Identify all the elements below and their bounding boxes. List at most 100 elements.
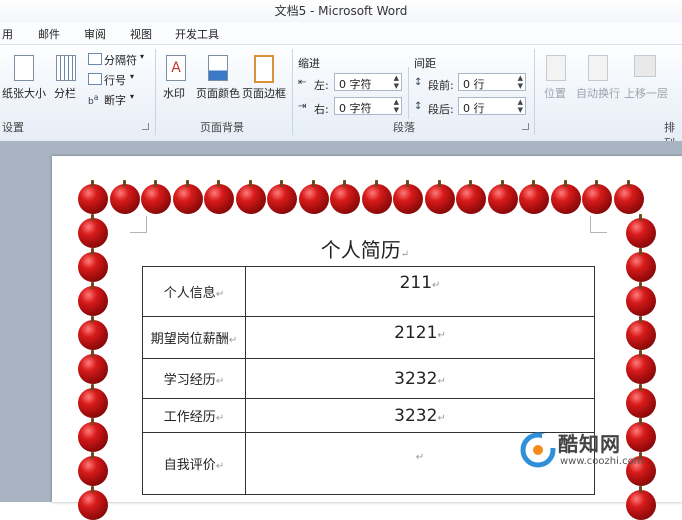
margin-corner-mark — [130, 216, 147, 233]
site-watermark: 酷知网 www.coozhi.com — [518, 426, 678, 474]
table-label-cell[interactable]: 工作经历↵ — [142, 398, 246, 433]
bring-forward-button[interactable]: 上移一层 — [624, 85, 668, 101]
apple-border-icon — [626, 316, 656, 350]
page-borders-button[interactable]: 页面边框 — [242, 85, 286, 101]
spacing-after-input[interactable]: 0 行 ▲ ▼ — [458, 97, 526, 115]
page-borders-icon — [254, 55, 274, 83]
hyphenation-dropdown-icon[interactable]: ▾ — [130, 92, 134, 101]
indent-right-label: 右: — [314, 103, 329, 116]
columns-button[interactable]: 分栏 — [54, 85, 76, 101]
apple-border-icon — [425, 180, 455, 214]
apple-border-icon — [393, 180, 423, 214]
apple-border-icon — [204, 180, 234, 214]
page-setup-launcher-icon[interactable] — [142, 123, 149, 130]
table-value-cell[interactable]: 2121↵ — [245, 316, 595, 359]
table-row: 个人信息↵ 211↵ — [142, 266, 595, 317]
apple-border-icon — [267, 180, 297, 214]
table-label-cell[interactable]: 学习经历↵ — [142, 358, 246, 399]
watermark-icon: A — [166, 55, 186, 81]
line-numbers-dropdown-icon[interactable]: ▾ — [130, 72, 134, 81]
indent-right-icon: ⇥ — [298, 101, 307, 112]
document-title: 个人简历↵ — [300, 234, 430, 263]
line-numbers-button[interactable]: 行号 — [104, 72, 126, 88]
position-icon — [546, 55, 566, 81]
apple-border-icon — [78, 418, 108, 452]
window-title: 文档5 - Microsoft Word — [274, 4, 408, 18]
page-color-icon — [208, 55, 228, 81]
spacing-before-input[interactable]: 0 行 ▲ ▼ — [458, 73, 526, 91]
indent-right-input[interactable]: 0 字符 ▲ ▼ — [334, 97, 402, 115]
paragraph-mark-icon: ↵ — [437, 330, 446, 341]
spinner-arrows-icon[interactable]: ▲ ▼ — [394, 74, 399, 90]
document-title-text: 个人简历 — [320, 238, 401, 262]
tab-review[interactable]: 审阅 — [84, 26, 106, 42]
paragraph-mark-icon: ↵ — [437, 375, 446, 387]
title-bar: 文档5 - Microsoft Word — [0, 0, 682, 22]
ribbon-tabs: 用 邮件 审阅 视图 开发工具 — [0, 22, 682, 44]
spinner-arrows-icon[interactable]: ▲ ▼ — [518, 74, 523, 90]
tab-view[interactable]: 视图 — [130, 26, 152, 42]
apple-border-icon — [456, 180, 486, 214]
spinner-arrows-icon[interactable]: ▲ ▼ — [394, 98, 399, 114]
apple-border-icon — [141, 180, 171, 214]
watermark-url: www.coozhi.com — [560, 456, 644, 467]
row-value: 211 — [399, 273, 433, 293]
spinner-arrows-icon[interactable]: ▲ ▼ — [518, 98, 523, 114]
indent-left-icon: ⇤ — [298, 77, 307, 88]
table-label-cell[interactable]: 自我评价↵ — [142, 432, 246, 495]
watermark-button[interactable]: 水印 — [163, 85, 185, 101]
page-color-button[interactable]: 页面颜色 — [196, 85, 240, 101]
row-value: 3232 — [394, 405, 438, 426]
table-value-cell[interactable]: 211↵ — [245, 266, 595, 317]
paragraph-launcher-icon[interactable] — [522, 123, 529, 130]
page-setup-group-label: 设置 — [2, 121, 24, 134]
apple-border-icon — [626, 350, 656, 384]
watermark-brand: 酷知网 — [558, 432, 621, 456]
separator — [534, 49, 535, 135]
row-label: 个人信息 — [163, 286, 216, 301]
apple-border-icon — [626, 248, 656, 282]
position-button[interactable]: 位置 — [544, 85, 566, 101]
apple-border-icon — [582, 180, 612, 214]
table-value-cell[interactable]: 3232↵ — [245, 358, 595, 399]
spacing-after-value: 0 行 — [463, 102, 485, 115]
hyphenation-button[interactable]: 断字 — [104, 92, 126, 108]
paragraph-mark-icon: ↵ — [215, 289, 225, 300]
indent-left-input[interactable]: 0 字符 ▲ ▼ — [334, 73, 402, 91]
row-label: 学习经历 — [163, 373, 216, 388]
paper-size-button[interactable]: 纸张大小 — [2, 85, 46, 101]
table-label-cell[interactable]: 期望岗位薪酬↵ — [142, 316, 246, 359]
breaks-button[interactable]: 分隔符 — [104, 52, 137, 68]
paragraph-mark-icon: ↵ — [215, 376, 225, 387]
watermark-logo-icon — [520, 432, 558, 468]
tab-partial[interactable]: 用 — [2, 26, 13, 42]
paragraph-mark-icon: ↵ — [437, 412, 446, 424]
spacing-after-icon: ↕ — [414, 101, 423, 112]
apple-border-icon — [626, 282, 656, 316]
row-value: 2121 — [394, 323, 438, 343]
breaks-dropdown-icon[interactable]: ▾ — [140, 52, 144, 61]
row-label: 工作经历 — [163, 410, 216, 425]
apple-border-icon — [78, 486, 108, 520]
columns-icon — [56, 55, 76, 81]
apple-border-icon — [78, 214, 108, 248]
indent-right-value: 0 字符 — [339, 102, 372, 115]
tab-developer[interactable]: 开发工具 — [175, 26, 219, 42]
spacing-before-label: 段前: — [428, 79, 454, 92]
paragraph-mark-icon: ↵ — [228, 335, 238, 346]
table-label-cell[interactable]: 个人信息↵ — [142, 266, 246, 317]
line-numbers-icon — [88, 73, 102, 85]
apple-border-icon — [299, 180, 329, 214]
wrap-text-button[interactable]: 自动换行 — [576, 85, 620, 101]
paragraph-mark-icon: ↵ — [400, 249, 410, 260]
hyphenation-icon: ba — [88, 93, 99, 107]
apple-border-icon — [78, 350, 108, 384]
apple-border-icon — [173, 180, 203, 214]
spacing-before-value: 0 行 — [463, 78, 485, 91]
apple-border-icon — [330, 180, 360, 214]
apple-border-icon — [362, 180, 392, 214]
apple-border-icon — [78, 384, 108, 418]
tab-mailings[interactable]: 邮件 — [38, 26, 60, 42]
table-row: 期望岗位薪酬↵ 2121↵ — [142, 316, 595, 359]
apple-border-icon — [626, 214, 656, 248]
